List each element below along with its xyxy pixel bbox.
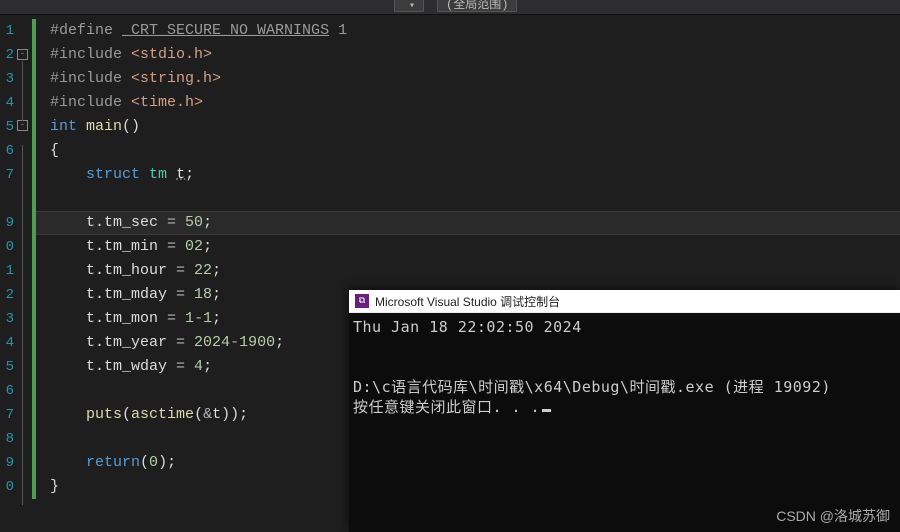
console-titlebar[interactable]: ⧉ Microsoft Visual Studio 调试控制台 (349, 290, 900, 313)
fold-guide (22, 145, 23, 505)
breadcrumb-bar: ▾ (全局范围) (0, 0, 900, 15)
code-line: struct tm t; (36, 163, 900, 187)
code-line: #include <time.h> (36, 91, 900, 115)
fold-toggle-icon[interactable]: - (17, 49, 28, 60)
code-line: { (36, 139, 900, 163)
code-line: t.tm_sec = 50; (36, 211, 900, 235)
line-number: 8 (0, 427, 14, 451)
code-line: t.tm_hour = 22; (36, 259, 900, 283)
code-line: int main() (36, 115, 900, 139)
debug-console-window[interactable]: ⧉ Microsoft Visual Studio 调试控制台 Thu Jan … (349, 290, 900, 532)
scope-label: (全局范围) (446, 0, 508, 12)
line-number: 4 (0, 91, 14, 115)
line-number: 0 (0, 475, 14, 499)
line-number: 9 (0, 211, 14, 235)
line-number: 5 (0, 355, 14, 379)
chevron-down-icon: ▾ (409, 1, 415, 12)
fold-toggle-icon[interactable]: - (17, 120, 28, 131)
line-number: 7 (0, 163, 14, 187)
console-output[interactable]: Thu Jan 18 22:02:50 2024 D:\c语言代码库\时间戳\x… (349, 313, 900, 532)
fold-gutter: - - (14, 15, 32, 532)
console-title: Microsoft Visual Studio 调试控制台 (375, 293, 560, 310)
fold-guide (22, 61, 23, 121)
vs-icon: ⧉ (355, 294, 369, 308)
scope-dropdown[interactable]: (全局范围) (437, 0, 517, 12)
scope-dropdown-chevron[interactable]: ▾ (394, 0, 424, 12)
line-number: 0 (0, 235, 14, 259)
line-number: 3 (0, 307, 14, 331)
code-line: t.tm_min = 02; (36, 235, 900, 259)
line-number: 1 (0, 19, 14, 43)
line-number: 4 (0, 331, 14, 355)
line-number: 7 (0, 403, 14, 427)
line-number: 1 (0, 259, 14, 283)
line-number: 6 (0, 379, 14, 403)
cursor-icon (542, 409, 551, 412)
code-line: #define _CRT_SECURE_NO_WARNINGS 1 (36, 19, 900, 43)
line-number: 2 (0, 43, 14, 67)
line-number-gutter: 1234567901234567890 (0, 15, 14, 532)
code-line (36, 187, 900, 211)
line-number: 9 (0, 451, 14, 475)
code-line: #include <stdio.h> (36, 43, 900, 67)
line-number (0, 187, 14, 211)
line-number: 6 (0, 139, 14, 163)
line-number: 5 (0, 115, 14, 139)
code-line: #include <string.h> (36, 67, 900, 91)
line-number: 2 (0, 283, 14, 307)
line-number: 3 (0, 67, 14, 91)
watermark: CSDN @洛城苏御 (776, 506, 890, 526)
